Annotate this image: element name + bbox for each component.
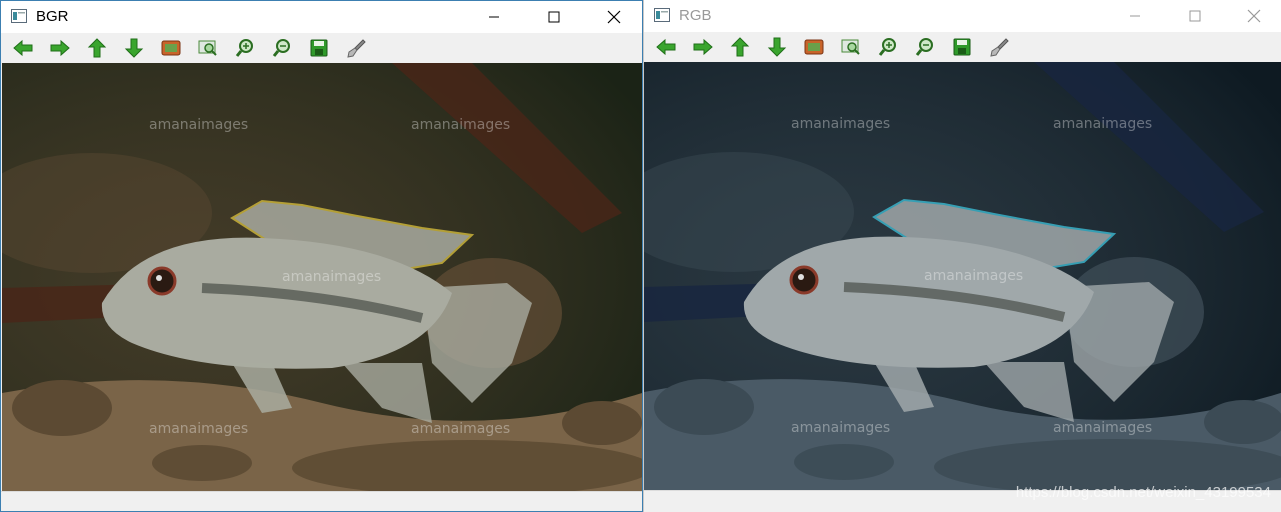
image-icon [161,40,181,56]
save-icon [310,39,328,57]
pan-left-button[interactable] [654,36,678,58]
minimize-icon [489,16,499,18]
zoom-fit-icon [841,39,860,55]
fish-photo: amanaimages amanaimages amanaimages amanaim… [644,62,1281,490]
save-button[interactable] [950,36,974,58]
properties-button[interactable] [987,36,1011,58]
watermark-text: amanaimages [791,420,890,436]
zoom-in-button[interactable] [233,37,257,59]
watermark-text: amanaimages [1053,420,1152,436]
window-title: BGR [36,8,69,25]
watermark-text: amanaimages [1053,116,1152,132]
watermark-text: amanaimages [791,116,890,132]
arrow-right-icon [693,38,713,56]
close-button[interactable] [591,1,637,33]
window-title: RGB [679,7,712,24]
toolbar [1,33,642,63]
maximize-icon [1189,10,1201,22]
maximize-button[interactable] [1172,0,1218,32]
title-bar[interactable]: RGB [644,0,1281,32]
pan-down-button[interactable] [122,37,146,59]
app-window-icon [654,8,670,22]
zoom-out-icon [915,38,933,56]
brush-icon [990,38,1009,57]
status-bar [1,491,642,511]
zoom-reset-button[interactable] [802,36,826,58]
bgr-window: BGR amanaimages amanaimages amanaimages ama… [0,0,643,512]
app-window-icon [11,9,27,23]
rgb-window: RGB amanaimages amanaimages amanaimages ama… [643,0,1281,512]
arrow-right-icon [50,39,70,57]
zoom-in-button[interactable] [876,36,900,58]
zoom-fit-button[interactable] [196,37,220,59]
minimize-button[interactable] [1112,0,1158,32]
zoom-in-icon [878,38,896,56]
watermark-text: amanaimages [924,268,1023,284]
pan-up-button[interactable] [728,36,752,58]
zoom-in-icon [235,39,253,57]
zoom-fit-button[interactable] [839,36,863,58]
watermark-text: amanaimages [411,117,510,133]
pan-down-button[interactable] [765,36,789,58]
image-canvas[interactable]: amanaimages amanaimages amanaimages amanaim… [644,62,1281,490]
title-bar[interactable]: BGR [1,1,642,33]
save-button[interactable] [307,37,331,59]
arrow-left-icon [13,39,33,57]
zoom-out-button[interactable] [270,37,294,59]
watermark-text: amanaimages [149,421,248,437]
close-icon [1247,9,1261,23]
watermark-text: amanaimages [149,117,248,133]
watermark-text: amanaimages [411,421,510,437]
close-button[interactable] [1231,0,1277,32]
image-canvas[interactable]: amanaimages amanaimages amanaimages amanaim… [2,63,642,491]
maximize-icon [548,11,560,23]
pan-right-button[interactable] [691,36,715,58]
arrow-up-icon [87,38,107,58]
csdn-watermark: https://blog.csdn.net/weixin_43199534 [1015,484,1271,501]
zoom-fit-icon [198,40,217,56]
zoom-reset-button[interactable] [159,37,183,59]
save-icon [953,38,971,56]
fish-photo: amanaimages amanaimages amanaimages amanaim… [2,63,642,491]
arrow-up-icon [730,37,750,57]
image-icon [804,39,824,55]
pan-right-button[interactable] [48,37,72,59]
arrow-down-icon [767,37,787,57]
pan-left-button[interactable] [11,37,35,59]
zoom-out-icon [272,39,290,57]
maximize-button[interactable] [531,1,577,33]
close-icon [607,10,621,24]
watermark-text: amanaimages [282,269,381,285]
brush-icon [347,39,366,58]
pan-up-button[interactable] [85,37,109,59]
arrow-left-icon [656,38,676,56]
arrow-down-icon [124,38,144,58]
minimize-icon [1130,15,1140,17]
zoom-out-button[interactable] [913,36,937,58]
properties-button[interactable] [344,37,368,59]
toolbar [644,32,1281,62]
minimize-button[interactable] [471,1,517,33]
